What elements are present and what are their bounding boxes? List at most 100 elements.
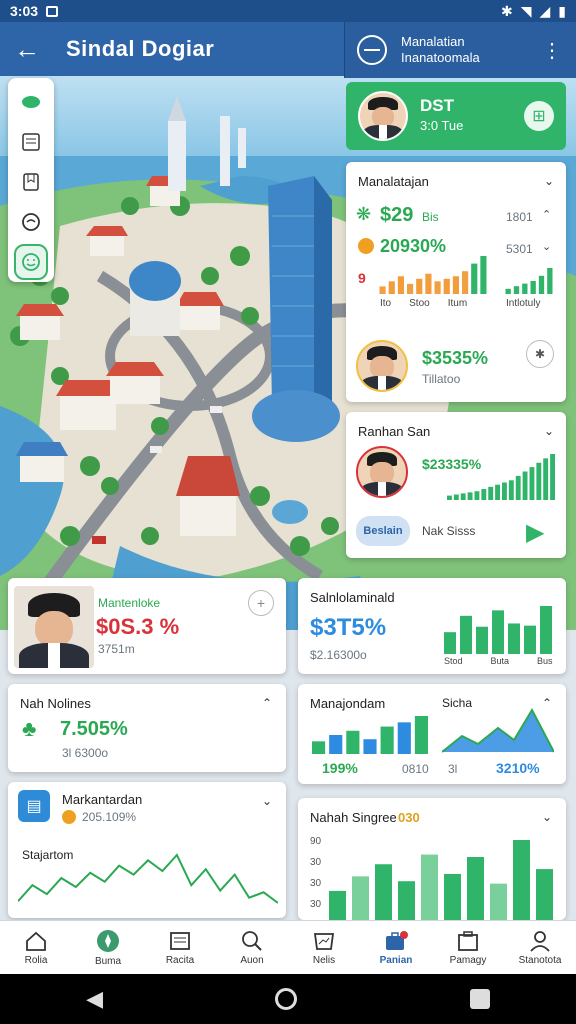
- back-triangle-icon[interactable]: ◀: [86, 986, 103, 1012]
- document-icon: [170, 931, 190, 950]
- salary-sub: $2.16300o: [310, 648, 367, 662]
- person-card[interactable]: Mantenloke $0S.3 % 3751m +: [8, 578, 286, 674]
- smile-icon: [22, 253, 40, 271]
- markant-line-chart: [18, 853, 278, 904]
- person-photo: [14, 586, 94, 668]
- panel-card-ranking: Ranhan San ⌄ $23335% Beslain Nak Sisss ▶: [346, 412, 566, 558]
- nav-item-racita[interactable]: Racita: [144, 921, 216, 974]
- panel-header: Manalatian Inanatoomala ⋮: [344, 22, 576, 78]
- ranking-button-label: Nak Sisss: [422, 524, 476, 538]
- manajondam-area-chart: [442, 707, 554, 753]
- bottom-navigation: Rolia Buma Racita Auon Nelis Panian Pama…: [0, 920, 576, 974]
- nav-item-buma[interactable]: Buma: [72, 921, 144, 974]
- tick-label-right: Intlotuly: [506, 298, 541, 309]
- chart-bar: [434, 281, 441, 294]
- rate-sub: 3l 6300o: [62, 746, 109, 760]
- manajondam-bar-chart: [312, 716, 428, 754]
- chart-bar: [490, 883, 507, 920]
- nahah-accent: 030: [398, 810, 420, 825]
- share-icon[interactable]: ✱: [526, 340, 554, 368]
- toolbar-list-button[interactable]: [14, 124, 48, 160]
- chart-line: [18, 853, 278, 904]
- nahah-card[interactable]: Nahah Singree 030 ⌄ 90 30 30 30: [298, 798, 566, 920]
- markant-card[interactable]: ▤ Markantardan ⌄ 205.109% Stajartom: [8, 782, 286, 918]
- chart-bar: [329, 735, 343, 754]
- robot-icon[interactable]: ⊞: [524, 101, 554, 131]
- home-icon: [26, 931, 46, 951]
- stat-right-top: 1801: [506, 210, 533, 224]
- chart-bar: [538, 275, 545, 294]
- chevron-icon: ⌄: [542, 241, 552, 253]
- status-time: 3:03: [10, 3, 39, 19]
- salary-card[interactable]: Salnlolaminald $3T5% $2.16300o Stod Buta…: [298, 578, 566, 674]
- nav-item-stanotota[interactable]: Stanotota: [504, 921, 576, 974]
- nav-item-rolia[interactable]: Rolia: [0, 921, 72, 974]
- chevron-down-icon[interactable]: ⌄: [544, 424, 554, 438]
- salary-title: Salnlolaminald: [310, 590, 395, 605]
- home-circle-icon[interactable]: [275, 988, 298, 1010]
- briefcase-icon: [386, 930, 408, 950]
- chart-bar: [363, 739, 377, 754]
- more-menu-icon[interactable]: ⋮: [542, 38, 562, 63]
- chevron-up-icon[interactable]: ⌃: [262, 696, 272, 710]
- back-arrow-icon[interactable]: ←: [14, 34, 44, 65]
- avatar: [356, 340, 408, 392]
- recents-square-icon[interactable]: [469, 989, 490, 1009]
- app-title: Sindal Dogiar: [66, 36, 215, 61]
- card-title: Ranhan San: [358, 424, 431, 439]
- system-navigation: ◀: [0, 974, 576, 1024]
- chart-bar: [536, 462, 542, 500]
- tick-label: Itum: [447, 298, 468, 309]
- nav-item-panian[interactable]: Panian: [360, 921, 432, 974]
- rate-value: 7.505%: [60, 718, 128, 740]
- add-icon[interactable]: +: [248, 590, 274, 616]
- nav-label: Buma: [94, 955, 122, 967]
- play-icon[interactable]: ▶: [526, 518, 544, 547]
- panel-bar-chart-right: [505, 268, 553, 294]
- toolbar-smile-button[interactable]: [14, 244, 48, 280]
- chart-bar: [471, 263, 478, 294]
- chart-bar: [495, 484, 500, 500]
- chevron-down-icon[interactable]: ⌄: [544, 174, 554, 188]
- chart-bar: [480, 256, 487, 294]
- chart-bar: [474, 491, 480, 500]
- rate-card[interactable]: Nah Nolines ⌃ ♣ 7.505% 3l 6300o: [8, 684, 286, 772]
- nav-item-auon[interactable]: Auon: [216, 921, 288, 974]
- stat-value-1-suffix: Bis: [422, 210, 439, 224]
- chevron-down-icon[interactable]: ⌄: [262, 794, 272, 808]
- chart-bar: [508, 480, 514, 500]
- chart-bar: [460, 493, 466, 500]
- profile-card[interactable]: DST 3:0 Tue ⊞: [346, 82, 566, 150]
- ranking-button[interactable]: Beslain: [356, 516, 410, 546]
- map-toolbar: [8, 78, 54, 282]
- chart-bar: [452, 276, 459, 294]
- chart-bar: [447, 495, 452, 500]
- person-title: Mantenloke: [98, 596, 161, 610]
- collapse-icon[interactable]: [357, 35, 387, 65]
- nav-item-nelis[interactable]: Nelis: [288, 921, 360, 974]
- chart-bar: [414, 716, 428, 754]
- toolbar-bookmark-button[interactable]: [14, 164, 48, 200]
- tick-label: Bus: [537, 656, 553, 666]
- manajondam-sub2: 3l: [448, 762, 458, 776]
- list-icon: [22, 133, 40, 151]
- nav-item-pamagy[interactable]: Pamagy: [432, 921, 504, 974]
- markant-title: Markantardan: [62, 792, 143, 807]
- nav-label: Pamagy: [449, 954, 487, 966]
- chart-bar: [421, 854, 438, 920]
- chart-bar: [515, 475, 521, 500]
- chevron-down-icon[interactable]: ⌄: [542, 810, 552, 824]
- toolbar-settings-button[interactable]: [14, 204, 48, 240]
- chart-bar: [407, 283, 414, 294]
- chart-bar: [416, 278, 423, 294]
- manajondam-value2: 3210%: [496, 760, 540, 776]
- document-icon: ▤: [18, 790, 50, 822]
- coin-icon: [62, 810, 76, 824]
- manajondam-sub: 0810: [402, 762, 429, 776]
- manajondam-card[interactable]: Manajondam Sicha ⌃ 199% 0810 3l 3210%: [298, 684, 566, 784]
- chart-bar: [444, 632, 456, 654]
- chart-bar: [425, 273, 432, 294]
- chart-bar: [522, 283, 528, 294]
- toolbar-layers-button[interactable]: [14, 84, 48, 120]
- chart-bar: [543, 458, 549, 500]
